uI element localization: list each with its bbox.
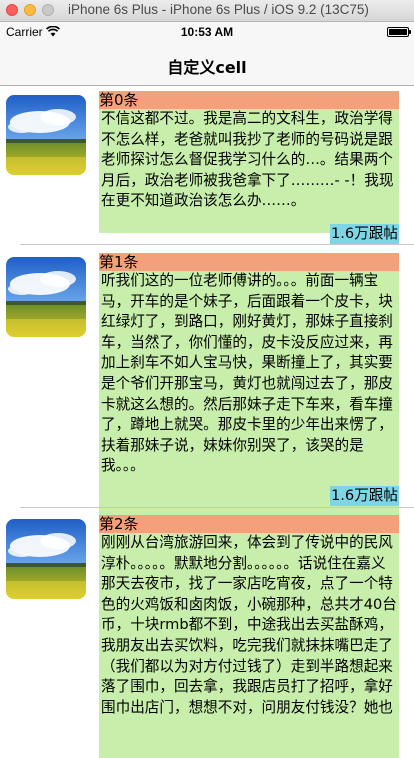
close-window-button[interactable] [6,4,18,16]
status-bar: Carrier 10:53 AM [0,22,414,42]
cell-separator [20,244,414,245]
cell-title: 第2条 [99,515,399,533]
nav-title: 自定义cell [167,58,247,77]
window-title: iPhone 6s Plus - iPhone 6s Plus / iOS 9.… [68,2,369,17]
battery-icon [387,27,411,37]
field-image [6,95,86,175]
maximize-window-button[interactable] [42,4,54,16]
status-time: 10:53 AM [180,25,234,39]
cell-thumbnail [6,257,86,337]
table-cell[interactable]: 第2条 刚刚从台湾旅游回来，体会到了传说中的民风淳朴。。。。。默默地分割。。。。… [0,511,414,758]
reply-count-badge: 1.6万跟帖 [330,224,399,244]
navigation-bar: 自定义cell [0,42,414,86]
field-image [6,519,86,599]
cell-thumbnail [6,95,86,175]
table-cell[interactable]: 第0条 不信这都不过。我是高二的文科生，政治学得不怎么样，老爸就叫我抄了老师的号… [0,87,414,244]
cell-title: 第0条 [99,91,399,109]
cell-content-text: 听我们这的一位老师傅讲的。。。前面一辆宝马，开车的是个妹子，后面跟着一个皮卡，块… [99,271,399,517]
cell-thumbnail [6,519,86,599]
simulator-title-bar: iPhone 6s Plus - iPhone 6s Plus / iOS 9.… [0,0,414,22]
cell-separator [20,507,414,508]
cell-title: 第1条 [99,253,399,271]
window-controls [6,4,54,16]
cell-content-text: 刚刚从台湾旅游回来，体会到了传说中的民风淳朴。。。。。默默地分割。。。。。。话说… [99,533,399,758]
field-image [6,257,86,337]
battery-level-fill [389,29,407,35]
table-cell[interactable]: 第1条 听我们这的一位老师傅讲的。。。前面一辆宝马，开车的是个妹子，后面跟着一个… [0,249,414,517]
minimize-window-button[interactable] [24,4,36,16]
reply-count-badge: 1.6万跟帖 [330,486,399,506]
cell-content-text: 不信这都不过。我是高二的文科生，政治学得不怎么样，老爸就叫我抄了老师的号码说是跟… [99,109,399,233]
